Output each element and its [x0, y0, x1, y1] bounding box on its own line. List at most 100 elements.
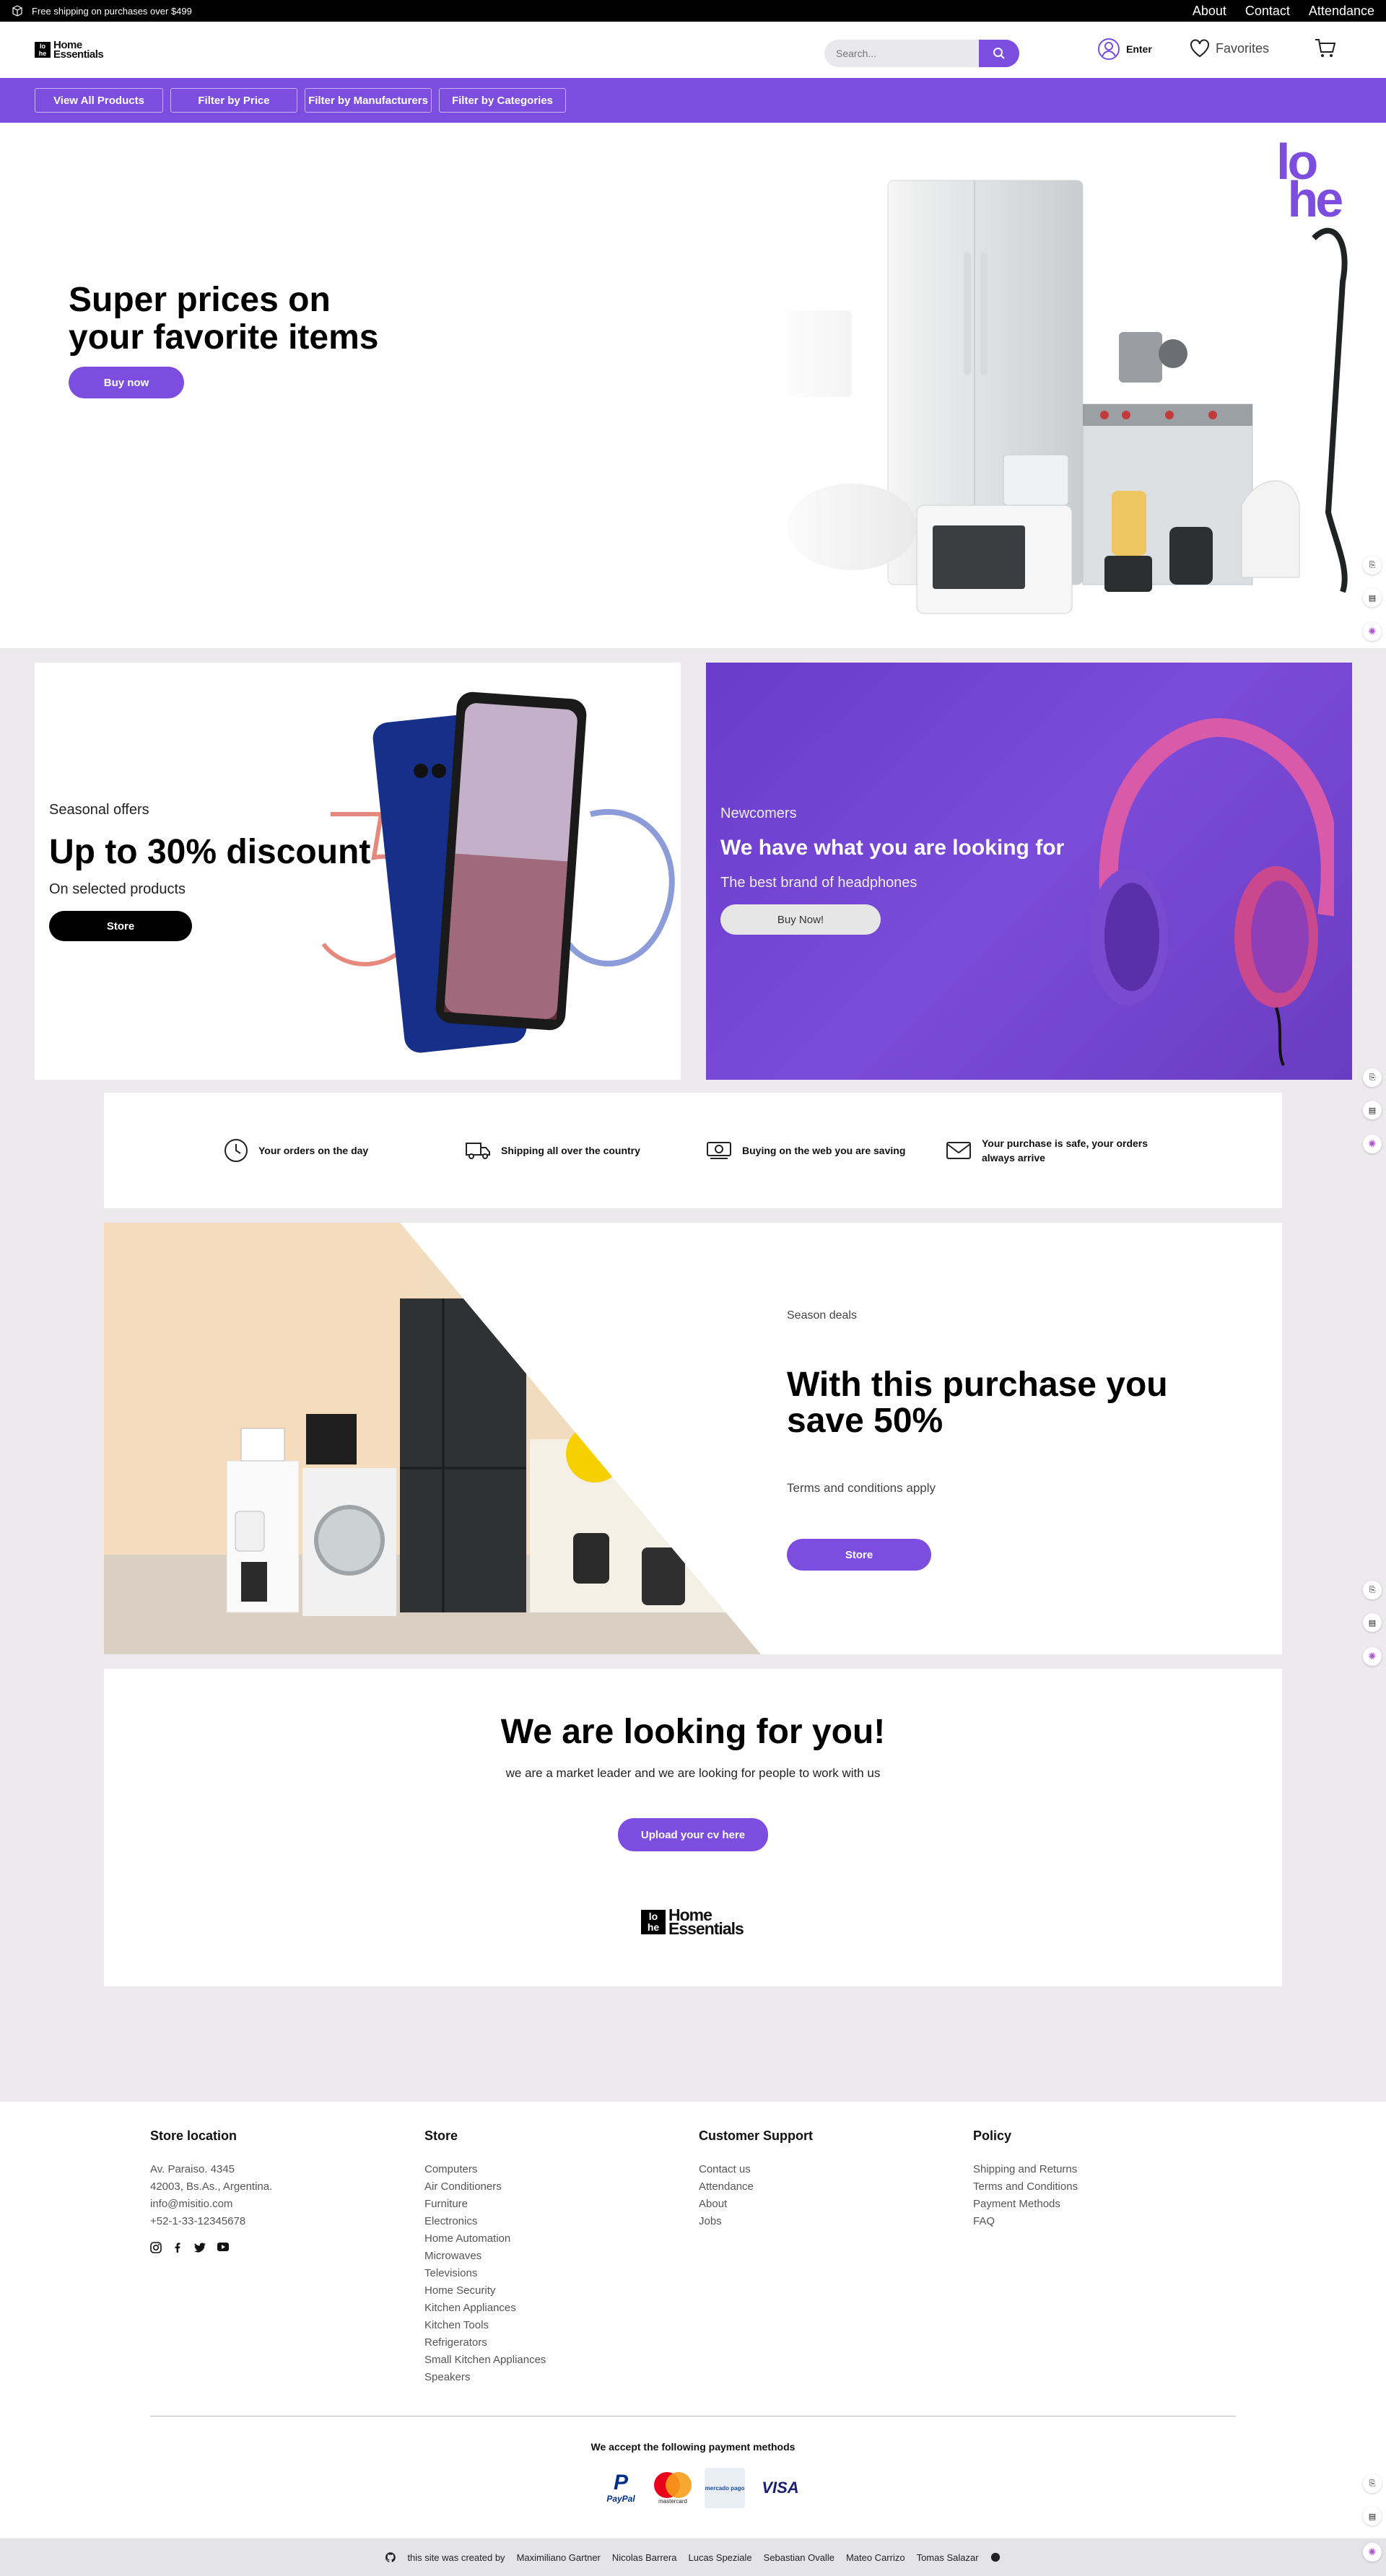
box-icon: [12, 5, 22, 17]
credit-name: Tomas Salazar: [916, 2551, 979, 2563]
buy-now-button[interactable]: Buy now: [69, 367, 184, 398]
reader-icon[interactable]: ▤: [1363, 588, 1382, 607]
deal-kicker: Season deals: [787, 1309, 857, 1322]
support-link-jobs[interactable]: Jobs: [699, 2213, 813, 2230]
policy-link-shipping[interactable]: Shipping and Returns: [973, 2161, 1078, 2178]
phone-text: +52-1-33-12345678: [150, 2215, 246, 2227]
store-category-link[interactable]: Televisions: [424, 2265, 546, 2282]
hero-banner: Super prices on your favorite items Buy n…: [0, 123, 1386, 648]
reader-icon[interactable]: ▤: [1363, 1101, 1382, 1119]
store-category-link[interactable]: Electronics: [424, 2213, 546, 2230]
logo-line-2: Essentials: [668, 1919, 744, 1938]
store-category-link[interactable]: Computers: [424, 2161, 546, 2178]
deal-store-button[interactable]: Store: [787, 1539, 931, 1571]
filter-by-manufacturers[interactable]: Filter by Manufacturers: [305, 88, 432, 113]
support-link-contact[interactable]: Contact us: [699, 2161, 813, 2178]
credit-name: Nicolas Barrera: [611, 2551, 677, 2563]
store-category-link[interactable]: Kitchen Tools: [424, 2317, 546, 2334]
upload-cv-button[interactable]: Upload your cv here: [618, 1818, 768, 1851]
favorites-label: Favorites: [1216, 40, 1270, 56]
cart-button[interactable]: [1314, 38, 1337, 59]
email-text[interactable]: info@misitio.com: [150, 2196, 272, 2213]
deal-title: With this purchase you save 50%: [787, 1366, 1168, 1440]
translate-icon[interactable]: ⎘: [1363, 2474, 1382, 2493]
logo-mark: lo he: [35, 42, 51, 58]
policy-link-faq[interactable]: FAQ: [973, 2213, 1078, 2230]
filter-by-price[interactable]: Filter by Price: [170, 88, 297, 113]
support-link-attendance[interactable]: Attendance: [699, 2178, 813, 2196]
footer-store: Store Computers Air Conditioners Furniture…: [424, 2129, 546, 2386]
filter-by-categories[interactable]: Filter by Categories: [439, 88, 566, 113]
site-footer: Store location Av. Paraiso. 4345 42003, …: [0, 2102, 1386, 2538]
assistant-icon[interactable]: ✺: [1363, 622, 1382, 641]
translate-icon[interactable]: ⎘: [1363, 556, 1382, 575]
translate-icon[interactable]: ⎘: [1363, 1068, 1382, 1087]
address-line: 42003, Bs.As., Argentina.: [150, 2180, 273, 2193]
footer-store-location: Store location Av. Paraiso. 4345 42003, …: [150, 2129, 272, 2253]
store-category-link[interactable]: Small Kitchen Appliances: [424, 2352, 546, 2369]
youtube-icon[interactable]: [217, 2242, 230, 2252]
facebook-icon[interactable]: [172, 2242, 183, 2253]
footer-heading: Policy: [973, 2129, 1012, 2143]
site-header: lohe HomeEssentials Enter Favorites: [0, 22, 1386, 78]
instagram-icon[interactable]: [150, 2242, 162, 2253]
envelope-icon: [946, 1142, 971, 1159]
store-category-link[interactable]: Refrigerators: [424, 2334, 546, 2352]
footer-heading: Store location: [150, 2129, 237, 2143]
credit-name: Lucas Speziale: [688, 2551, 752, 2563]
site-logo[interactable]: lo he Home Essentials: [35, 40, 104, 61]
store-category-link[interactable]: Air Conditioners: [424, 2178, 546, 2196]
github-icon[interactable]: [385, 2552, 396, 2562]
enter-button[interactable]: Enter: [1097, 38, 1152, 61]
newcomers-buy-button[interactable]: Buy Now!: [720, 904, 881, 935]
seasonal-store-button[interactable]: Store: [49, 911, 192, 941]
reader-icon[interactable]: ▤: [1363, 2507, 1382, 2525]
assistant-icon[interactable]: ✺: [1363, 1135, 1382, 1153]
logo-line-2: Essentials: [53, 48, 104, 61]
credit-name: Mateo Carrizo: [845, 2551, 905, 2563]
reader-icon[interactable]: ▤: [1363, 1613, 1382, 1632]
money-icon: [707, 1142, 731, 1159]
credits-prefix: this site was created by: [407, 2551, 505, 2563]
store-category-link[interactable]: Microwaves: [424, 2248, 546, 2265]
feature-item: Buying on the web you are saving: [706, 1093, 905, 1208]
search-bar: [824, 40, 1019, 67]
policy-link-payment[interactable]: Payment Methods: [973, 2196, 1078, 2213]
shipping-notice: Free shipping on purchases over $499: [12, 5, 192, 17]
top-link-contact[interactable]: Contact: [1245, 4, 1290, 19]
top-link-about[interactable]: About: [1193, 4, 1226, 19]
feature-text: Your orders on the day: [258, 1145, 369, 1156]
headphones-image: [1089, 717, 1334, 1066]
top-bar: Free shipping on purchases over $499 Abo…: [0, 0, 1386, 22]
heart-icon: [1190, 39, 1209, 58]
top-link-attendance[interactable]: Attendance: [1309, 4, 1374, 19]
search-input[interactable]: [824, 40, 979, 67]
seasonal-title: Up to 30% discount: [49, 833, 371, 871]
policy-link-terms[interactable]: Terms and Conditions: [973, 2178, 1078, 2196]
store-category-link[interactable]: Furniture: [424, 2196, 546, 2213]
store-category-link[interactable]: Home Automation: [424, 2230, 546, 2248]
store-category-link[interactable]: Home Security: [424, 2282, 546, 2300]
search-button[interactable]: [979, 40, 1019, 67]
newcomers-title: We have what you are looking for: [720, 836, 1065, 860]
store-category-link[interactable]: Speakers: [424, 2369, 546, 2386]
hero-title: Super prices on your favorite items: [69, 281, 379, 357]
logo-mark: lo he: [641, 1910, 666, 1934]
assistant-icon[interactable]: ✺: [1363, 1647, 1382, 1666]
github-icon[interactable]: [990, 2552, 1001, 2562]
assistant-icon[interactable]: ✺: [1363, 2543, 1382, 2562]
visa-icon: VISA: [762, 2479, 799, 2497]
careers-text: we are a market leader and we are lookin…: [505, 1766, 881, 1780]
filter-view-all[interactable]: View All Products: [35, 88, 163, 113]
twitter-icon[interactable]: [193, 2242, 206, 2253]
favorites-button[interactable]: Favorites: [1190, 39, 1269, 58]
translate-icon[interactable]: ⎘: [1363, 1581, 1382, 1599]
filter-nav: View All Products Filter by Price Filter…: [0, 78, 1386, 123]
support-link-about[interactable]: About: [699, 2196, 813, 2213]
feature-item: Your orders on the day: [224, 1093, 368, 1208]
store-category-link[interactable]: Kitchen Appliances: [424, 2300, 546, 2317]
clock-icon: [225, 1139, 248, 1162]
credit-name: Sebastian Ovalle: [763, 2551, 834, 2563]
enter-label: Enter: [1126, 43, 1152, 55]
mastercard-icon: mastercard: [651, 2466, 694, 2510]
